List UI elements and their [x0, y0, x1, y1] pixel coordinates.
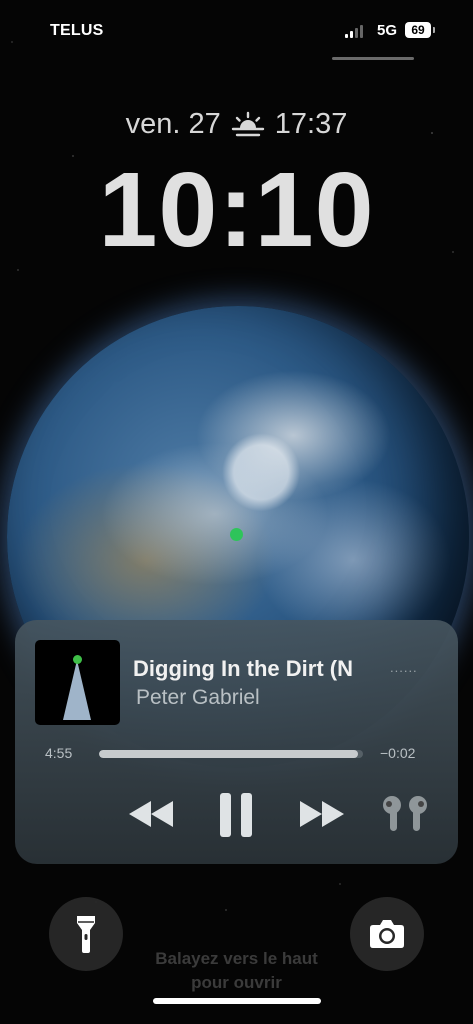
lockscreen-clock[interactable]: 10:10: [0, 150, 473, 271]
battery-level: 69: [411, 23, 425, 37]
progress-scrubber[interactable]: [99, 750, 363, 758]
airplay-airpods-button[interactable]: [375, 792, 435, 836]
home-indicator[interactable]: [153, 998, 321, 1004]
pause-icon: [220, 793, 252, 837]
date-widget-row[interactable]: ven. 27 17:37: [0, 108, 473, 141]
rewind-button[interactable]: [123, 792, 179, 836]
swipe-up-hint: Balayez vers le haut pour ouvrir: [0, 947, 473, 995]
artwork-figure-dot: [73, 655, 82, 664]
rewind-icon: [129, 801, 173, 827]
remaining-time: −0:02: [380, 745, 416, 761]
swipe-hint-line-2: pour ouvrir: [191, 973, 282, 992]
sunset-icon: [231, 111, 264, 136]
fast-forward-button[interactable]: [294, 792, 350, 836]
swipe-hint-line-1: Balayez vers le haut: [155, 949, 318, 968]
airpods-icon: [383, 796, 427, 831]
battery-icon: 69: [405, 22, 431, 38]
status-bar: TELUS 5G 69: [0, 22, 473, 42]
network-type: 5G: [377, 22, 398, 39]
date-label: ven. 27: [125, 108, 221, 140]
track-title: Digging In the Dirt (N: [133, 656, 353, 681]
signal-icon: [345, 25, 363, 38]
track-artist: Peter Gabriel: [136, 686, 260, 709]
now-playing-widget[interactable]: Digging In the Dirt (N ...... Peter Gabr…: [15, 620, 458, 864]
location-dot: [230, 528, 243, 541]
pause-button[interactable]: [213, 790, 259, 840]
fast-forward-icon: [300, 801, 344, 827]
carrier-label: TELUS: [50, 22, 104, 39]
progress-fill: [99, 750, 358, 758]
battery-tip: [433, 27, 435, 33]
artwork-beam-shape: [63, 660, 91, 720]
sunset-time: 17:37: [274, 108, 348, 140]
elapsed-time: 4:55: [45, 745, 73, 761]
album-artwork[interactable]: [35, 640, 120, 725]
camera-icon: [370, 920, 404, 948]
title-overflow-dots: ......: [390, 660, 418, 675]
control-center-indicator[interactable]: [332, 57, 414, 60]
